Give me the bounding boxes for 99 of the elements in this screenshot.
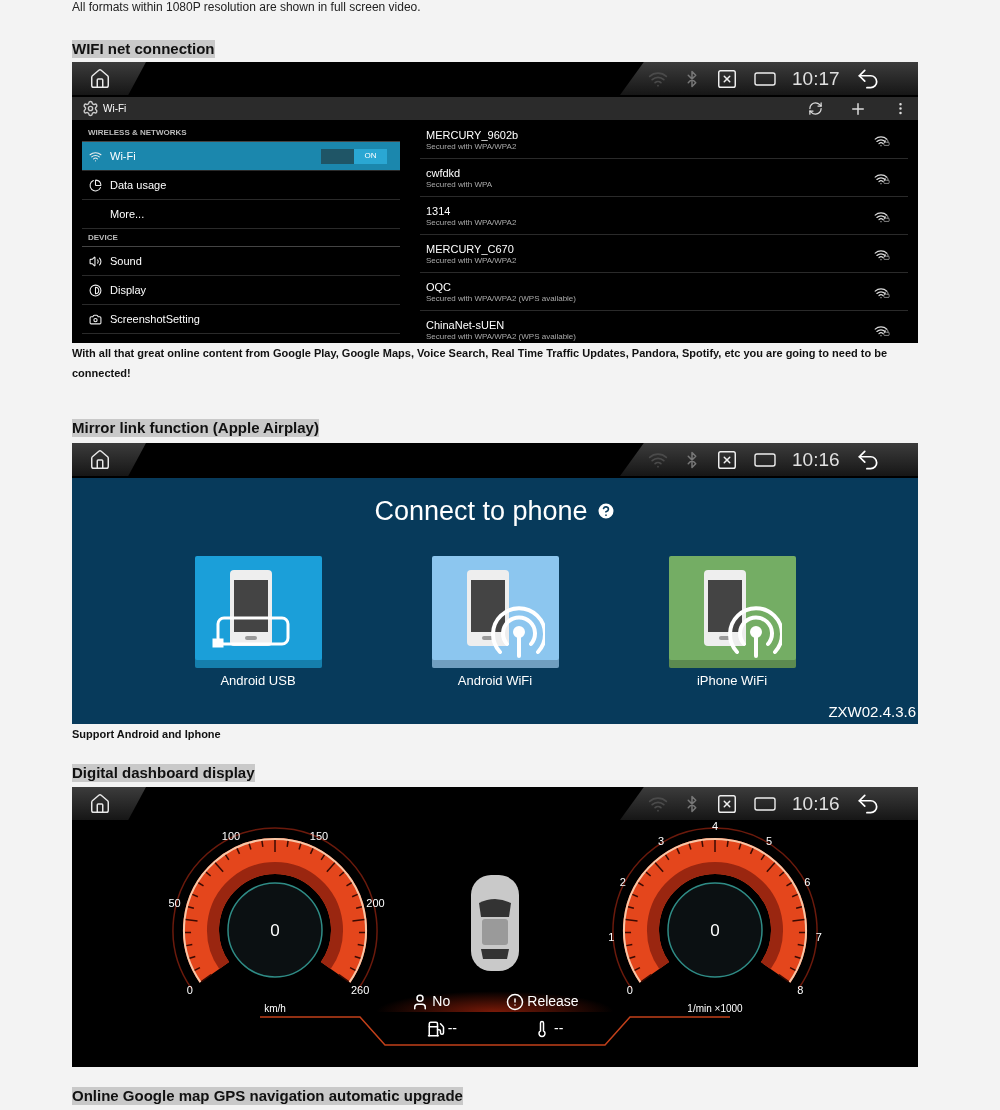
indicator-value: Release	[527, 992, 579, 1011]
gauge-scale-label: 200	[366, 897, 385, 910]
network-name: MERCURY_C670	[426, 241, 515, 256]
settings-item[interactable]: Display	[82, 276, 400, 305]
settings-icon[interactable]	[82, 100, 99, 117]
network-security: Secured with WPA/WPA2	[426, 255, 518, 266]
setting-icon	[89, 149, 102, 163]
gauge-unit: 1/min ×1000	[687, 1003, 743, 1014]
action-bar-title: Wi-Fi	[103, 102, 127, 116]
network-name: MERCURY_9602b	[426, 127, 520, 142]
indicator-value: --	[447, 1019, 457, 1038]
toggle-label: ON	[354, 148, 387, 164]
network-name: OQC	[426, 279, 453, 294]
home-button[interactable]	[72, 443, 146, 476]
caption-text: With all that great online content from Google Play, Google Maps, Voice Search, Real Time Traffic Updates, Pandora, Spotify, etc you are going to need to be connected!	[72, 346, 889, 381]
settings-item-label: Sound	[110, 253, 143, 269]
network-item[interactable]: MERCURY_C670 Secured with WPA/WPA2	[420, 235, 908, 273]
indicator-value: --	[554, 1019, 564, 1038]
section-heading: Mirror link function (Apple Airplay)	[72, 419, 319, 437]
settings-item-label: Display	[110, 282, 148, 298]
settings-item[interactable]: Sound	[82, 247, 400, 276]
settings-item-label: More...	[110, 206, 146, 222]
connection-option[interactable]: iPhone WiFi	[668, 556, 796, 691]
intro-text: All formats within 1080P resolution are shown in full screen video.	[72, 0, 422, 14]
network-item[interactable]: cwfdkd Secured with WPA	[420, 159, 908, 197]
network-security: Secured with WPA/WPA2	[426, 217, 518, 228]
gauge-scale-label: 3	[658, 835, 665, 848]
sync-icon[interactable]	[808, 101, 823, 116]
gauge-scale-label: 0	[186, 983, 193, 996]
setting-icon	[89, 312, 102, 326]
locked-wifi-icon	[874, 285, 890, 298]
settings-section-header: DEVICE	[82, 229, 400, 247]
settings-item-label: ScreenshotSetting	[110, 311, 201, 327]
option-label: iPhone WiFi	[696, 672, 768, 690]
gauge-scale-label: 50	[168, 897, 181, 910]
gauge-scale-label: 150	[309, 829, 329, 842]
network-item[interactable]: MERCURY_9602b Secured with WPA/WPA2	[420, 121, 908, 159]
option-label: Android WiFi	[457, 672, 533, 690]
gauge-scale-label: 8	[797, 983, 804, 996]
locked-wifi-icon	[874, 247, 890, 260]
network-name: ChinaNet-sUEN	[426, 317, 506, 332]
clock-time: 10:17	[792, 69, 840, 88]
home-icon	[89, 67, 111, 90]
connection-option[interactable]: Android USB	[194, 556, 322, 691]
gauge-scale-label: 5	[765, 835, 772, 848]
gauge-scale-label: 100	[221, 829, 241, 842]
settings-item[interactable]: ScreenshotSetting	[82, 305, 400, 334]
home-icon	[89, 792, 111, 815]
gauge-scale-label: 2	[619, 876, 626, 888]
network-security: Secured with WPA/WPA2 (WPS available)	[426, 293, 577, 304]
settings-item-label: Data usage	[110, 177, 168, 193]
gauge-scale-label: 7	[815, 930, 822, 943]
home-button[interactable]	[72, 62, 146, 95]
gauge-reading: 0	[270, 921, 280, 940]
gauge-scale-label: 260	[351, 983, 370, 996]
connection-option[interactable]: Android WiFi	[431, 556, 559, 691]
locked-wifi-icon	[874, 209, 890, 222]
gauge-scale-label: 4	[711, 820, 719, 832]
network-item[interactable]: 1314 Secured with WPA/WPA2	[420, 197, 908, 235]
network-name: cwfdkd	[426, 165, 462, 180]
network-item[interactable]: OQC Secured with WPA/WPA2 (WPS available)	[420, 273, 908, 311]
locked-wifi-icon	[874, 323, 890, 336]
section-heading: WIFI net connection	[72, 40, 215, 58]
setting-icon	[89, 254, 102, 268]
network-item[interactable]: ChinaNet-sUEN Secured with WPA/WPA2 (WPS available)	[420, 311, 908, 343]
close-icon[interactable]	[716, 792, 738, 815]
caption-text: Support Android and Iphone	[72, 727, 222, 742]
setting-icon	[89, 178, 102, 192]
settings-item[interactable]: Data usage	[82, 171, 400, 200]
gauge-reading: 0	[710, 921, 720, 940]
locked-wifi-icon	[874, 171, 890, 184]
clock-time: 10:16	[792, 794, 840, 813]
close-icon[interactable]	[716, 67, 738, 90]
locked-wifi-icon	[874, 133, 890, 146]
fuel-pump-icon	[426, 1019, 445, 1038]
home-icon	[89, 448, 111, 471]
gauge-scale-label: 6	[804, 876, 811, 888]
network-name: 1314	[426, 203, 452, 218]
section-heading: Digital dashboard display	[72, 764, 255, 782]
version-label: ZXW02.4.3.6	[828, 701, 916, 722]
gauge-scale-label: 1	[608, 930, 615, 943]
setting-icon	[89, 283, 102, 297]
gauge-scale-label: 0	[626, 983, 633, 996]
network-security: Secured with WPA/WPA2 (WPS available)	[426, 331, 577, 342]
option-label: Android USB	[220, 672, 296, 690]
screen-title: Connect to phone	[374, 497, 588, 525]
settings-item-label: Wi-Fi	[110, 148, 137, 164]
settings-item[interactable]: Wi-Fi ON	[82, 142, 400, 171]
network-security: Secured with WPA	[426, 179, 494, 190]
network-security: Secured with WPA/WPA2	[426, 141, 518, 152]
indicator-value: No	[432, 992, 451, 1011]
section-heading: Online Google map GPS navigation automatic upgrade	[72, 1087, 463, 1105]
settings-item[interactable]: More...	[82, 200, 400, 229]
clock-time: 10:16	[792, 450, 840, 469]
alert-icon	[506, 992, 525, 1011]
gauge-unit: km/h	[264, 1003, 286, 1014]
help-icon[interactable]	[595, 501, 616, 521]
close-icon[interactable]	[716, 448, 738, 471]
home-button[interactable]	[72, 787, 146, 820]
